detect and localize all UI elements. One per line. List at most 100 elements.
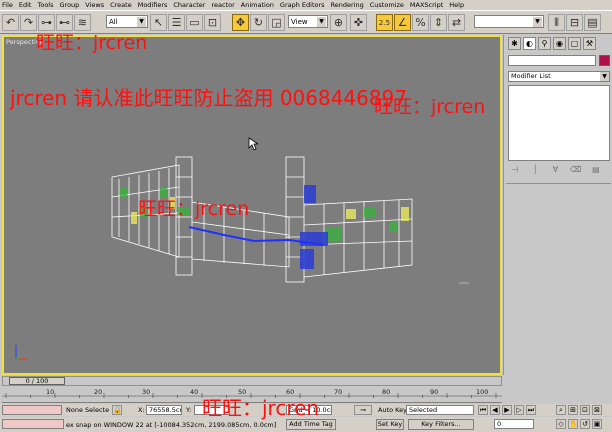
watermark: 旺旺：jrcren	[202, 396, 320, 420]
align-icon[interactable]: ⊟	[566, 14, 583, 31]
menu-animation[interactable]: Animation	[241, 1, 274, 9]
menu-graph-editors[interactable]: Graph Editors	[280, 1, 325, 9]
percent-snap-icon[interactable]: %	[412, 14, 429, 31]
named-selection-icon[interactable]: ⇄	[448, 14, 465, 31]
tick-label: 10	[46, 388, 55, 396]
selection-info: None Selecte	[66, 406, 110, 414]
pin-stack-icon[interactable]: ⊣	[508, 165, 522, 176]
prompt-line: ex snap on WINDOW 22 at [-10084.352cm, 2…	[66, 421, 277, 429]
play-icon[interactable]: ▶	[502, 405, 512, 415]
rotate-icon[interactable]: ↻	[250, 14, 267, 31]
field-of-view-icon[interactable]: ◇	[556, 419, 566, 429]
tick-label: 80	[382, 388, 391, 396]
menu-customize[interactable]: Customize	[370, 1, 404, 9]
scale-icon[interactable]: ◲	[268, 14, 285, 31]
mirror-icon[interactable]: ⫴	[548, 14, 565, 31]
tick-label: 40	[190, 388, 199, 396]
pan-icon[interactable]: ✋	[568, 419, 578, 429]
make-unique-icon[interactable]: ∀	[548, 165, 562, 176]
lock-selection-icon[interactable]: 🔒	[112, 405, 122, 415]
undo-icon[interactable]: ↶	[2, 14, 19, 31]
named-selection-sets-dropdown[interactable]: ▼	[474, 15, 544, 28]
select-by-name-icon[interactable]: ☰	[168, 14, 185, 31]
selected-dropdown[interactable]: Selected	[406, 405, 474, 415]
menu-rendering[interactable]: Rendering	[331, 1, 364, 9]
axis-tripod-icon	[15, 345, 28, 360]
tick-label: 20	[94, 388, 103, 396]
chevron-down-icon: ▼	[600, 72, 609, 81]
y-label: Y:	[186, 406, 192, 414]
arc-rotate-icon[interactable]: ↺	[580, 419, 590, 429]
modifier-list-dropdown[interactable]: Modifier List ▼	[508, 71, 610, 82]
watermark: 旺旺：jrcren	[36, 32, 148, 54]
utilities-tab-icon[interactable]: ⚒	[583, 37, 596, 50]
previous-frame-icon[interactable]: ◀	[490, 405, 500, 415]
auto-key-button[interactable]: Auto Key	[378, 406, 407, 414]
chevron-down-icon: ▼	[317, 17, 326, 27]
mouse-cursor-icon	[248, 137, 258, 151]
x-coordinate-field[interactable]: 76558.5cm	[146, 405, 182, 415]
motion-tab-icon[interactable]: ◉	[553, 37, 566, 50]
tick-label: 30	[142, 388, 151, 396]
next-frame-icon[interactable]: ▷	[514, 405, 524, 415]
select-object-icon[interactable]: ↖	[150, 14, 167, 31]
time-slider-thumb[interactable]: 0 / 100	[9, 377, 65, 385]
menu-group[interactable]: Group	[60, 1, 80, 9]
menu-maxscript[interactable]: MAXScript	[410, 1, 443, 9]
show-end-result-icon[interactable]: │	[528, 165, 542, 176]
menu-views[interactable]: Views	[85, 1, 104, 9]
manipulate-icon[interactable]: ✜	[350, 14, 367, 31]
current-frame-field[interactable]: 0	[494, 419, 534, 429]
reference-coordinate-dropdown[interactable]: View ▼	[288, 15, 328, 28]
remove-modifier-icon[interactable]: ⌫	[569, 165, 583, 176]
menu-tools[interactable]: Tools	[37, 1, 53, 9]
menu-bar: File Edit Tools Group Views Create Modif…	[0, 0, 612, 10]
modify-tab-icon[interactable]: ◐	[523, 37, 536, 50]
hierarchy-tab-icon[interactable]: ⚲	[538, 37, 551, 50]
angle-snap-icon[interactable]: ∠	[394, 14, 411, 31]
object-name-field[interactable]	[508, 55, 596, 66]
menu-create[interactable]: Create	[110, 1, 132, 9]
stack-tools: ⊣ │ ∀ ⌫ ▤	[508, 165, 610, 179]
time-slider[interactable]: 0 / 100	[2, 376, 502, 386]
maximize-viewport-icon[interactable]: ▣	[592, 419, 602, 429]
tick-label: 70	[334, 388, 343, 396]
move-icon[interactable]: ✥	[232, 14, 249, 31]
watermark: jrcren 请认准此旺旺防止盗用 0068446897	[10, 86, 408, 110]
zoom-icon[interactable]: ⌕	[556, 405, 566, 415]
menu-edit[interactable]: Edit	[19, 1, 32, 9]
divider	[506, 183, 611, 184]
spinner-snap-icon[interactable]: ⇕	[430, 14, 447, 31]
zoom-extents-all-icon[interactable]: ⊠	[592, 405, 602, 415]
maxscript-listener[interactable]	[2, 405, 62, 415]
go-to-end-icon[interactable]: ⏭	[526, 405, 536, 415]
create-tab-icon[interactable]: ✱	[508, 37, 521, 50]
pivot-center-icon[interactable]: ⊕	[330, 14, 347, 31]
set-key-button[interactable]: Set Key	[376, 419, 404, 430]
menu-reactor[interactable]: reactor	[211, 1, 234, 9]
x-label: X:	[138, 406, 145, 414]
configure-sets-icon[interactable]: ▤	[589, 165, 603, 176]
object-color-swatch[interactable]	[599, 55, 610, 66]
chevron-down-icon: ▼	[533, 17, 542, 27]
key-mode-icon[interactable]: ⊸	[354, 405, 372, 415]
menu-modifiers[interactable]: Modifiers	[138, 1, 168, 9]
menu-character[interactable]: Character	[173, 1, 205, 9]
region-select-icon[interactable]: ▭	[186, 14, 203, 31]
menu-help[interactable]: Help	[449, 1, 464, 9]
zoom-extents-icon[interactable]: ⊡	[580, 405, 590, 415]
maxscript-output[interactable]	[2, 419, 64, 429]
tick-label: 90	[430, 388, 439, 396]
modifier-stack[interactable]	[508, 85, 610, 161]
key-filters-button[interactable]: Key Filters...	[408, 419, 474, 430]
selection-filter-dropdown[interactable]: All ▼	[106, 15, 148, 28]
layer-manager-icon[interactable]: ▤	[584, 14, 601, 31]
window-crossing-icon[interactable]: ⊡	[204, 14, 221, 31]
watermark: 旺旺：jrcren	[138, 198, 250, 220]
menu-file[interactable]: File	[2, 1, 13, 9]
display-tab-icon[interactable]: ▢	[568, 37, 581, 50]
redo-icon[interactable]: ↷	[20, 14, 37, 31]
zoom-all-icon[interactable]: ⊞	[568, 405, 578, 415]
snap-toggle-button[interactable]: 2.5	[376, 14, 393, 31]
go-to-start-icon[interactable]: ⏮	[478, 405, 488, 415]
